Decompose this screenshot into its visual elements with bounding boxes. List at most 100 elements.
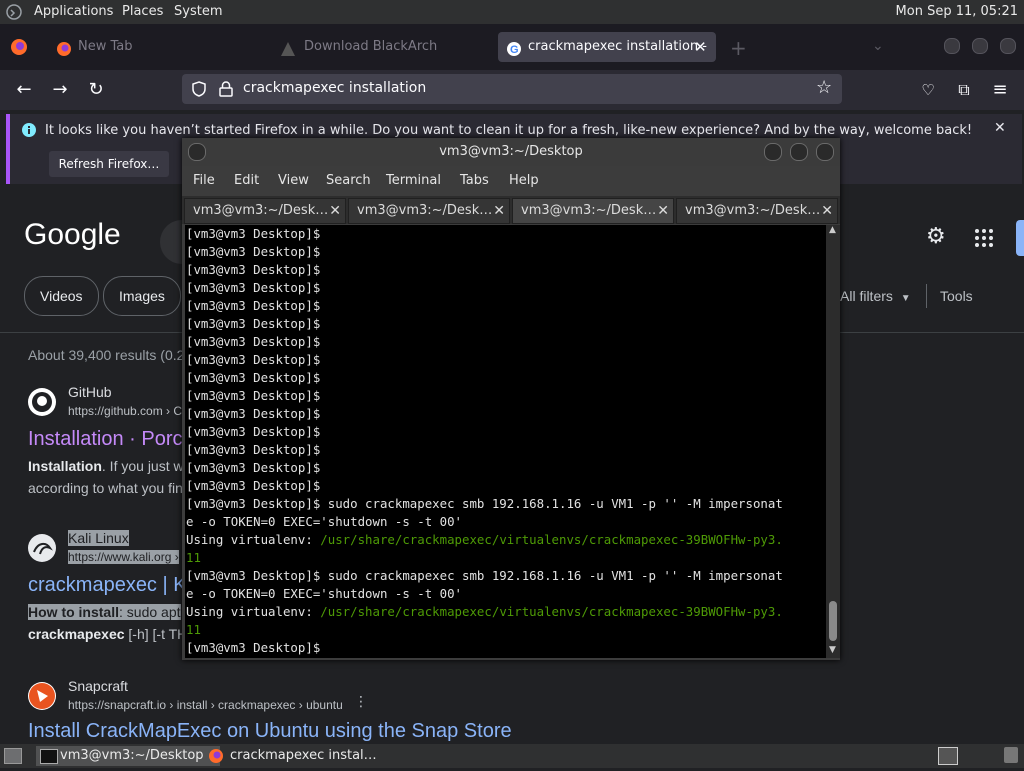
tab-label: Download BlackArch xyxy=(304,39,438,54)
prompt-line: [vm3@vm3 Desktop]$ xyxy=(186,226,321,241)
terminal-window: vm3@vm3:~/Desktop File Edit View Search … xyxy=(182,138,840,660)
window-menu-button[interactable] xyxy=(188,143,206,161)
terminal-line: Using virtualenv: /usr/share/crackmapexe… xyxy=(186,603,783,621)
terminal-line: Using virtualenv: /usr/share/crackmapexe… xyxy=(186,531,783,549)
browser-tab-crackmapexec[interactable]: G crackmapexec installation - ✕ xyxy=(498,32,716,62)
close-tab-icon[interactable]: ✕ xyxy=(694,32,707,62)
bookmark-star-icon[interactable]: ☆ xyxy=(816,77,832,98)
scroll-down-arrow-icon[interactable]: ▼ xyxy=(829,645,836,655)
tools-button[interactable]: Tools xyxy=(940,288,973,304)
svg-text:G: G xyxy=(510,44,519,56)
show-desktop-icon[interactable] xyxy=(4,748,22,764)
result-stats: About 39,400 results (0.2 xyxy=(28,347,185,363)
result-snippet: crackmapexec [-h] [-t TH xyxy=(28,626,188,642)
terminal-title: vm3@vm3:~/Desktop xyxy=(439,144,583,159)
apps-grid-icon[interactable] xyxy=(974,228,994,248)
result-site-name: GitHub xyxy=(68,384,112,400)
taskbar-item-firefox[interactable]: crackmapexec instal… xyxy=(206,746,400,766)
tab-label: crackmapexec installation - xyxy=(528,39,707,54)
list-tabs-icon[interactable]: ⌄ xyxy=(872,38,884,54)
kali-icon xyxy=(28,534,56,562)
pocket-icon[interactable]: ♡ xyxy=(916,78,940,102)
result-title-link[interactable]: Install CrackMapExec on Ubuntu using the… xyxy=(28,720,512,743)
prompt-line: [vm3@vm3 Desktop]$ xyxy=(186,334,321,349)
scroll-thumb[interactable] xyxy=(829,601,837,641)
terminal-tab-1[interactable]: vm3@vm3:~/Desk… ✕ xyxy=(184,198,346,224)
result-url[interactable]: https://www.kali.org › xyxy=(68,550,179,564)
command-line: [vm3@vm3 Desktop]$ sudo crackmapexec smb… xyxy=(186,568,783,583)
system-menu[interactable]: System xyxy=(174,4,222,19)
prompt-line: [vm3@vm3 Desktop]$ xyxy=(186,262,321,277)
chip-images[interactable]: Images xyxy=(103,276,181,316)
places-menu[interactable]: Places xyxy=(122,4,163,19)
sign-in-button[interactable] xyxy=(1016,220,1024,256)
prompt-line: [vm3@vm3 Desktop]$ xyxy=(186,370,321,385)
lock-icon[interactable] xyxy=(217,80,235,98)
close-notification-icon[interactable]: ✕ xyxy=(994,120,1006,136)
menu-tabs[interactable]: Tabs xyxy=(460,173,489,188)
menu-icon[interactable]: ≡ xyxy=(988,78,1012,102)
result-site-name: Snapcraft xyxy=(68,678,128,694)
applications-menu[interactable]: Applications xyxy=(34,4,113,19)
forward-icon[interactable]: → xyxy=(48,78,72,102)
close-tab-icon[interactable]: ✕ xyxy=(329,199,341,223)
close-button[interactable] xyxy=(816,143,834,161)
maximize-window-button[interactable] xyxy=(972,38,988,54)
close-tab-icon[interactable]: ✕ xyxy=(493,199,505,223)
taskbar-item-terminal[interactable]: vm3@vm3:~/Desktop xyxy=(36,746,220,766)
terminal-tab-3[interactable]: vm3@vm3:~/Desk… ✕ xyxy=(512,198,674,224)
terminal-tab-label: vm3@vm3:~/Desk… xyxy=(521,203,657,218)
all-filters-label: All filters xyxy=(840,288,893,304)
menu-view[interactable]: View xyxy=(278,173,309,188)
close-window-button[interactable] xyxy=(1000,38,1016,54)
trash-icon[interactable] xyxy=(1004,747,1018,763)
result-url[interactable]: https://snapcraft.io › install › crackma… xyxy=(68,698,343,712)
menu-terminal[interactable]: Terminal xyxy=(386,173,441,188)
clock[interactable]: Mon Sep 11, 05:21 xyxy=(896,4,1018,19)
gnome-logo-icon[interactable] xyxy=(6,4,22,20)
terminal-tab-label: vm3@vm3:~/Desk… xyxy=(193,203,329,218)
terminal-lines: [vm3@vm3 Desktop]$ [vm3@vm3 Desktop]$ [vm3… xyxy=(186,225,783,657)
taskbar-item-label: vm3@vm3:~/Desktop xyxy=(60,748,204,763)
terminal-scrollbar[interactable]: ▲ ▼ xyxy=(826,225,840,658)
terminal-output[interactable]: [vm3@vm3 Desktop]$ [vm3@vm3 Desktop]$ [vm3… xyxy=(185,225,826,658)
menu-help[interactable]: Help xyxy=(509,173,539,188)
back-icon[interactable]: ← xyxy=(12,78,36,102)
menu-file[interactable]: File xyxy=(193,173,215,188)
scroll-up-arrow-icon[interactable]: ▲ xyxy=(829,225,836,235)
new-tab-icon[interactable]: + xyxy=(730,36,747,60)
maximize-button[interactable] xyxy=(790,143,808,161)
url-text: crackmapexec installation xyxy=(243,80,427,96)
result-snippet: according to what you fin xyxy=(28,480,183,496)
extensions-icon[interactable]: ⧉ xyxy=(952,78,976,102)
url-bar[interactable]: crackmapexec installation ☆ xyxy=(182,74,842,104)
minimize-window-button[interactable] xyxy=(944,38,960,54)
workspace-switcher[interactable] xyxy=(938,747,958,765)
reload-icon[interactable]: ↻ xyxy=(84,78,108,102)
shield-icon[interactable] xyxy=(190,80,208,98)
tab-label: New Tab xyxy=(78,39,133,54)
close-tab-icon[interactable]: ✕ xyxy=(821,199,833,223)
result-title-link[interactable]: Installation · Porc xyxy=(28,428,183,451)
menu-edit[interactable]: Edit xyxy=(234,173,259,188)
result-url[interactable]: https://github.com › C xyxy=(68,404,182,418)
terminal-title-bar[interactable]: vm3@vm3:~/Desktop xyxy=(182,138,840,166)
settings-gear-icon[interactable]: ⚙ xyxy=(926,224,946,249)
browser-tab-blackarch[interactable]: Download BlackArch xyxy=(276,32,476,62)
minimize-button[interactable] xyxy=(764,143,782,161)
browser-tab-new-tab[interactable]: New Tab xyxy=(52,32,232,62)
more-options-icon[interactable]: ⋮ xyxy=(354,694,368,710)
refresh-firefox-button[interactable]: Refresh Firefox… xyxy=(49,151,169,177)
prompt-line: [vm3@vm3 Desktop]$ xyxy=(186,424,321,439)
google-logo[interactable]: Google xyxy=(24,218,121,252)
prompt-line: [vm3@vm3 Desktop]$ xyxy=(186,352,321,367)
all-filters-button[interactable]: All filters ▼ xyxy=(840,288,911,304)
menu-search[interactable]: Search xyxy=(326,173,371,188)
firefox-view-icon[interactable] xyxy=(10,38,28,56)
terminal-tab-2[interactable]: vm3@vm3:~/Desk… ✕ xyxy=(348,198,510,224)
terminal-tab-4[interactable]: vm3@vm3:~/Desk… ✕ xyxy=(676,198,838,224)
close-tab-icon[interactable]: ✕ xyxy=(657,199,669,223)
prompt-line: [vm3@vm3 Desktop]$ xyxy=(186,388,321,403)
result-title-link[interactable]: crackmapexec | K xyxy=(28,574,187,597)
chip-videos[interactable]: Videos xyxy=(24,276,99,316)
